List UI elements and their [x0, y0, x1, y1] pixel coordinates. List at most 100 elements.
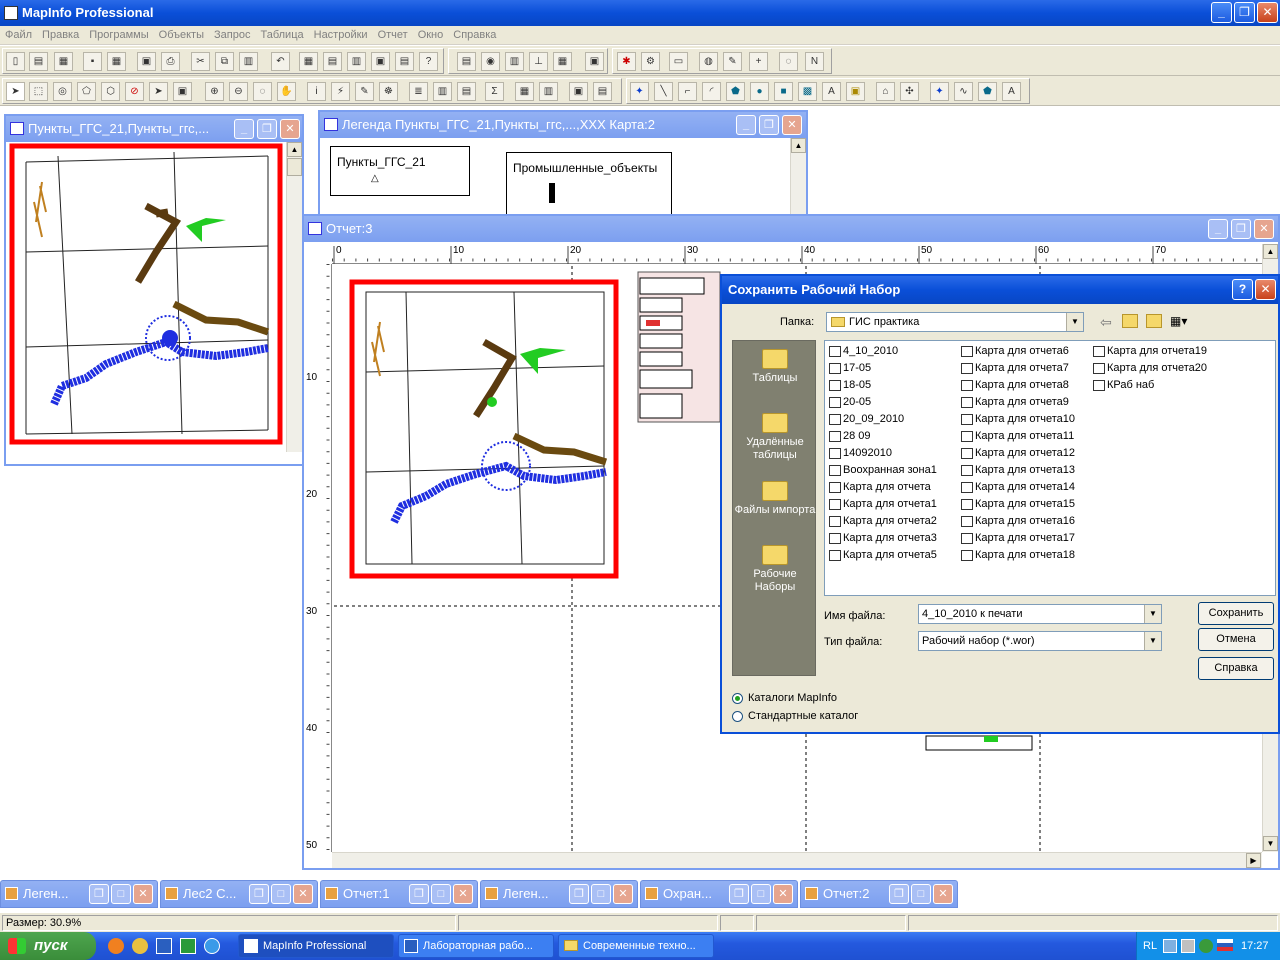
close-button[interactable]: ✕: [933, 884, 953, 904]
view-menu-icon[interactable]: ▦▾: [1170, 314, 1187, 328]
maximize-button[interactable]: ❐: [1234, 2, 1255, 23]
report-close-button[interactable]: ✕: [1254, 219, 1274, 239]
menu-query[interactable]: Запрос: [209, 26, 255, 45]
invert-selection-icon[interactable]: ➤: [149, 82, 168, 101]
runner-icon[interactable]: ✱: [617, 52, 636, 71]
new-layout-icon[interactable]: ▣: [371, 52, 390, 71]
file-item[interactable]: 4_10_2010: [827, 343, 955, 360]
boundary-select-icon[interactable]: ⬡: [101, 82, 120, 101]
file-item[interactable]: 20-05: [827, 394, 955, 411]
place-remote-tables[interactable]: Удалённые таблицы: [733, 413, 817, 462]
report-minimize-button[interactable]: _: [1208, 219, 1228, 239]
open-workspace-icon[interactable]: ▦: [54, 52, 73, 71]
text-tool-icon[interactable]: A: [822, 82, 841, 101]
menu-settings[interactable]: Настройки: [309, 26, 373, 45]
info-tool-icon[interactable]: i: [307, 82, 326, 101]
file-item[interactable]: Карта для отчета12: [959, 445, 1087, 462]
label-tool-icon[interactable]: ✎: [355, 82, 374, 101]
menu-help[interactable]: Справка: [448, 26, 501, 45]
file-item[interactable]: Карта для отчета19: [1091, 343, 1221, 360]
menu-file[interactable]: Файл: [0, 26, 37, 45]
map-vertical-scrollbar[interactable]: ▲: [286, 142, 302, 452]
universal-translator-icon[interactable]: ◉: [481, 52, 500, 71]
radius-select-icon[interactable]: ◎: [53, 82, 72, 101]
cut-icon[interactable]: ✂: [191, 52, 210, 71]
volume-icon[interactable]: [1181, 939, 1195, 953]
filename-input[interactable]: 4_10_2010 к печати ▼: [918, 604, 1162, 624]
restore-button[interactable]: ❐: [729, 884, 749, 904]
maximize-button[interactable]: □: [111, 884, 131, 904]
dialog-close-button[interactable]: ✕: [1255, 279, 1276, 300]
layer-control-icon[interactable]: ≣: [409, 82, 428, 101]
file-item[interactable]: КРаб наб: [1091, 377, 1221, 394]
file-item[interactable]: Карта для отчета13: [959, 462, 1087, 479]
globe-icon[interactable]: ◍: [699, 52, 718, 71]
polygon-select-icon[interactable]: ⬠: [77, 82, 96, 101]
legend-scroll-up-icon[interactable]: ▲: [791, 138, 806, 153]
place-workspaces[interactable]: Рабочие Наборы: [733, 545, 817, 594]
unselect-all-icon[interactable]: ⊘: [125, 82, 144, 101]
redistrict-icon[interactable]: ▤: [395, 52, 414, 71]
file-item[interactable]: Карта для отчета17: [959, 530, 1087, 547]
drag-window-icon[interactable]: ☸: [379, 82, 398, 101]
start-button[interactable]: пуск: [0, 932, 96, 960]
restore-button[interactable]: ❐: [889, 884, 909, 904]
ruler-icon[interactable]: ▥: [433, 82, 452, 101]
plus-icon[interactable]: +: [749, 52, 768, 71]
file-item[interactable]: Карта для отчета8: [959, 377, 1087, 394]
sum-icon[interactable]: Σ: [485, 82, 504, 101]
excel-icon[interactable]: [180, 938, 196, 954]
undo-icon[interactable]: ↶: [271, 52, 290, 71]
frame-tool-icon[interactable]: ▣: [846, 82, 865, 101]
file-item[interactable]: 14092010: [827, 445, 955, 462]
wrench-icon[interactable]: ⚙: [641, 52, 660, 71]
file-item[interactable]: Карта для отчета18: [959, 547, 1087, 564]
compass-icon[interactable]: ◌: [779, 52, 798, 71]
run-program-icon[interactable]: ▣: [585, 52, 604, 71]
menu-objects[interactable]: Объекты: [154, 26, 209, 45]
new-icon[interactable]: ▯: [6, 52, 25, 71]
close-button[interactable]: ✕: [453, 884, 473, 904]
chevron-down-icon[interactable]: ▼: [1066, 313, 1083, 331]
line-tool-icon[interactable]: ╲: [654, 82, 673, 101]
print-preview-icon[interactable]: ▣: [137, 52, 156, 71]
graph-select-icon[interactable]: ▣: [173, 82, 192, 101]
place-tables[interactable]: Таблицы: [733, 349, 817, 385]
menu-table[interactable]: Таблица: [255, 26, 308, 45]
line-style-icon[interactable]: ∿: [954, 82, 973, 101]
minimized-window-5[interactable]: Охран... ❐ □ ✕: [640, 880, 798, 908]
symbol-style-icon[interactable]: ✦: [930, 82, 949, 101]
restore-button[interactable]: ❐: [569, 884, 589, 904]
up-folder-icon[interactable]: [1122, 314, 1138, 328]
help-pointer-icon[interactable]: ?: [419, 52, 438, 71]
menu-programs[interactable]: Программы: [84, 26, 153, 45]
file-item[interactable]: Карта для отчета3: [827, 530, 955, 547]
polyline-tool-icon[interactable]: ⌐: [678, 82, 697, 101]
task-mapinfo[interactable]: MapInfo Professional: [238, 934, 394, 958]
save-button[interactable]: Сохранить: [1198, 602, 1274, 625]
task-lab-work[interactable]: Лабораторная рабо...: [398, 934, 554, 958]
file-item[interactable]: Карта для отчета11: [959, 428, 1087, 445]
change-view-icon[interactable]: ◌: [253, 82, 272, 101]
menu-report[interactable]: Отчет: [373, 26, 413, 45]
coordinate-icon[interactable]: ▥: [505, 52, 524, 71]
language-indicator[interactable]: RL: [1143, 932, 1157, 960]
open-icon[interactable]: ▤: [29, 52, 48, 71]
restore-button[interactable]: ❐: [249, 884, 269, 904]
maximize-button[interactable]: □: [911, 884, 931, 904]
restore-button[interactable]: ❐: [89, 884, 109, 904]
menu-window[interactable]: Окно: [413, 26, 449, 45]
report-maximize-button[interactable]: ❐: [1231, 219, 1251, 239]
polygon-tool-icon[interactable]: ⬟: [726, 82, 745, 101]
file-item[interactable]: Карта для отчета15: [959, 496, 1087, 513]
scroll-up-icon[interactable]: ▲: [287, 142, 302, 157]
file-item[interactable]: Карта для отчета6: [959, 343, 1087, 360]
report-scroll-right-icon[interactable]: ▶: [1246, 853, 1261, 868]
minimized-window-6[interactable]: Отчет:2 ❐ □ ✕: [800, 880, 958, 908]
print-icon[interactable]: ⎙: [161, 52, 180, 71]
network-icon[interactable]: [1163, 939, 1177, 953]
zoom-in-icon[interactable]: ⊕: [205, 82, 224, 101]
ellipse-tool-icon[interactable]: ●: [750, 82, 769, 101]
restore-button[interactable]: ❐: [409, 884, 429, 904]
minimized-window-4[interactable]: Леген... ❐ □ ✕: [480, 880, 638, 908]
